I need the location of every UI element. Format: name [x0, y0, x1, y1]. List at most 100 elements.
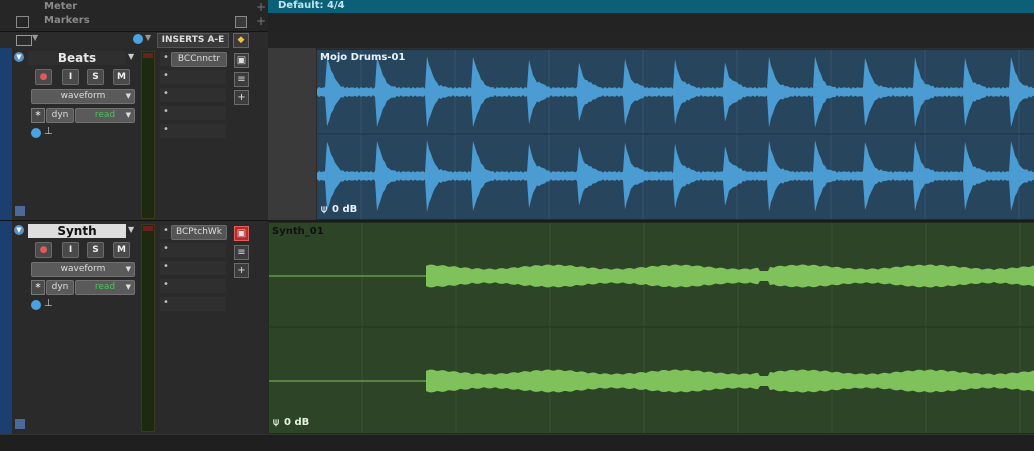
insert-slot-dot: • — [163, 279, 169, 290]
solo-button[interactable]: S — [87, 242, 104, 258]
insert-slot[interactable]: • — [160, 261, 226, 275]
view-mode-label: waveform — [60, 91, 106, 101]
chevron-down-icon: ▼ — [125, 265, 131, 273]
list-icon[interactable]: ≡ — [234, 245, 249, 260]
bypass-icon[interactable]: ▣ — [234, 53, 249, 68]
chevron-down-icon: ▼ — [125, 92, 131, 100]
waveform — [317, 50, 1034, 219]
mute-button[interactable]: M — [113, 69, 130, 85]
insert-slot-dot: • — [163, 243, 169, 254]
meter-clip-indicator — [143, 226, 153, 231]
track-header-toolbar: ▼ ▼ INSERTS A-E ◆ — [0, 32, 268, 49]
track-view-menu-icon[interactable] — [16, 35, 32, 46]
insert-slot-dot: • — [163, 261, 169, 272]
chevron-down-icon: ▼ — [125, 111, 131, 119]
shield-icon[interactable]: ◆ — [233, 33, 249, 48]
chevron-down-icon[interactable]: ▼ — [145, 33, 151, 42]
insert-slot[interactable]: • — [160, 70, 226, 84]
clip-name: Mojo Drums-01 — [320, 52, 406, 63]
automation-state-selector[interactable]: read ▼ — [75, 280, 135, 295]
track-name[interactable]: Synth — [28, 224, 126, 238]
timebase-icon[interactable] — [31, 128, 41, 138]
asterisk-icon[interactable]: * — [31, 280, 45, 295]
view-mode-label: waveform — [60, 264, 106, 274]
waveform — [269, 223, 1034, 433]
solo-button[interactable]: S — [87, 69, 104, 85]
insert-plugin-button[interactable]: BCCnnctr — [171, 52, 227, 67]
track-name[interactable]: Beats — [28, 51, 126, 65]
track-view-selector[interactable]: waveform ▼ — [31, 89, 135, 104]
input-arrow-icon[interactable]: ⊥ — [44, 298, 53, 309]
insert-slot-dot: • — [163, 225, 169, 236]
insert-slot[interactable]: • — [160, 124, 226, 138]
chevron-down-icon: ▼ — [125, 283, 131, 291]
timebase-icon[interactable] — [133, 34, 143, 44]
insert-slot[interactable]: • — [160, 88, 226, 102]
track-lane-beats[interactable]: Mojo Drums-01 ⍦ 0 dB — [268, 48, 1034, 220]
track-expand-icon[interactable]: ▼ — [14, 225, 24, 235]
timeline-ruler[interactable] — [268, 32, 1034, 49]
asterisk-icon[interactable]: * — [31, 108, 45, 123]
track-header-beats[interactable]: ▼ Beats ▼ ● I S M waveform ▼ * dyn read … — [0, 48, 268, 222]
level-meter — [141, 224, 155, 432]
automation-mode-button[interactable]: dyn — [46, 280, 74, 295]
track-corner-icon[interactable] — [15, 206, 25, 216]
clip-gain-icon[interactable]: ⍦ — [273, 417, 279, 428]
automation-mode-button[interactable]: dyn — [46, 108, 74, 123]
markers-ruler-row[interactable]: Markers + — [0, 14, 268, 32]
track-view-selector[interactable]: waveform ▼ — [31, 262, 135, 277]
markers-list-icon[interactable] — [16, 16, 29, 28]
insert-slot[interactable]: • — [160, 279, 226, 293]
track-corner-icon[interactable] — [15, 419, 25, 429]
track-color-stripe — [0, 48, 12, 220]
insert-slot[interactable]: • — [160, 243, 226, 257]
meter-clip-indicator — [143, 53, 153, 58]
chevron-down-icon[interactable]: ▼ — [32, 33, 38, 42]
track-expand-icon[interactable]: ▼ — [14, 52, 24, 62]
insert-slot-dot: • — [163, 88, 169, 99]
chevron-down-icon[interactable]: ▼ — [128, 52, 134, 61]
meter-add-button[interactable]: + — [256, 0, 266, 14]
input-monitor-button[interactable]: I — [62, 69, 79, 85]
audio-clip[interactable]: Synth_01 ⍦ 0 dB — [268, 222, 1034, 434]
insert-slot[interactable]: • — [160, 297, 226, 311]
track-lane-synth[interactable]: Synth_01 ⍦ 0 dB — [268, 221, 1034, 434]
markers-snap-icon[interactable] — [235, 16, 247, 28]
track-header-synth[interactable]: ▼ Synth ▼ ● I S M waveform ▼ * dyn read … — [0, 221, 268, 436]
insert-slot-dot: • — [163, 70, 169, 81]
insert-slot-dot: • — [163, 106, 169, 117]
insert-slot-dot: • — [163, 52, 169, 63]
list-icon[interactable]: ≡ — [234, 72, 249, 87]
meter-ruler-label: Meter — [44, 1, 78, 12]
automation-state-label: read — [94, 282, 116, 292]
horizontal-scrollbar[interactable] — [0, 434, 1034, 451]
bypass-icon[interactable]: ▣ — [234, 226, 249, 241]
record-arm-button[interactable]: ● — [35, 242, 52, 258]
insert-slot[interactable]: • — [160, 106, 226, 120]
markers-ruler-label: Markers — [44, 15, 90, 26]
clip-name: Synth_01 — [272, 226, 324, 237]
record-arm-button[interactable]: ● — [35, 69, 52, 85]
add-insert-button[interactable]: + — [234, 263, 249, 278]
input-monitor-button[interactable]: I — [62, 242, 79, 258]
timebase-icon[interactable] — [31, 300, 41, 310]
audio-clip[interactable]: Mojo Drums-01 ⍦ 0 dB — [316, 49, 1034, 220]
insert-slot-dot: • — [163, 297, 169, 308]
add-insert-button[interactable]: + — [234, 90, 249, 105]
mute-button[interactable]: M — [113, 242, 130, 258]
markers-add-button[interactable]: + — [256, 14, 266, 28]
clip-gain-icon[interactable]: ⍦ — [321, 204, 327, 215]
meter-lane[interactable]: Default: 4/4 — [268, 0, 1034, 13]
automation-state-label: read — [94, 110, 116, 120]
track-color-stripe — [0, 221, 12, 434]
empty-lane-area[interactable] — [268, 48, 317, 220]
automation-state-selector[interactable]: read ▼ — [75, 108, 135, 123]
markers-lane[interactable] — [268, 13, 1034, 33]
insert-slot-dot: • — [163, 124, 169, 135]
input-arrow-icon[interactable]: ⊥ — [44, 126, 53, 137]
chevron-down-icon[interactable]: ▼ — [128, 225, 134, 234]
inserts-view-selector[interactable]: INSERTS A-E — [157, 33, 229, 48]
clip-gain-label: 0 dB — [284, 417, 310, 428]
level-meter — [141, 51, 155, 219]
insert-plugin-button[interactable]: BCPtchWk — [171, 225, 227, 240]
